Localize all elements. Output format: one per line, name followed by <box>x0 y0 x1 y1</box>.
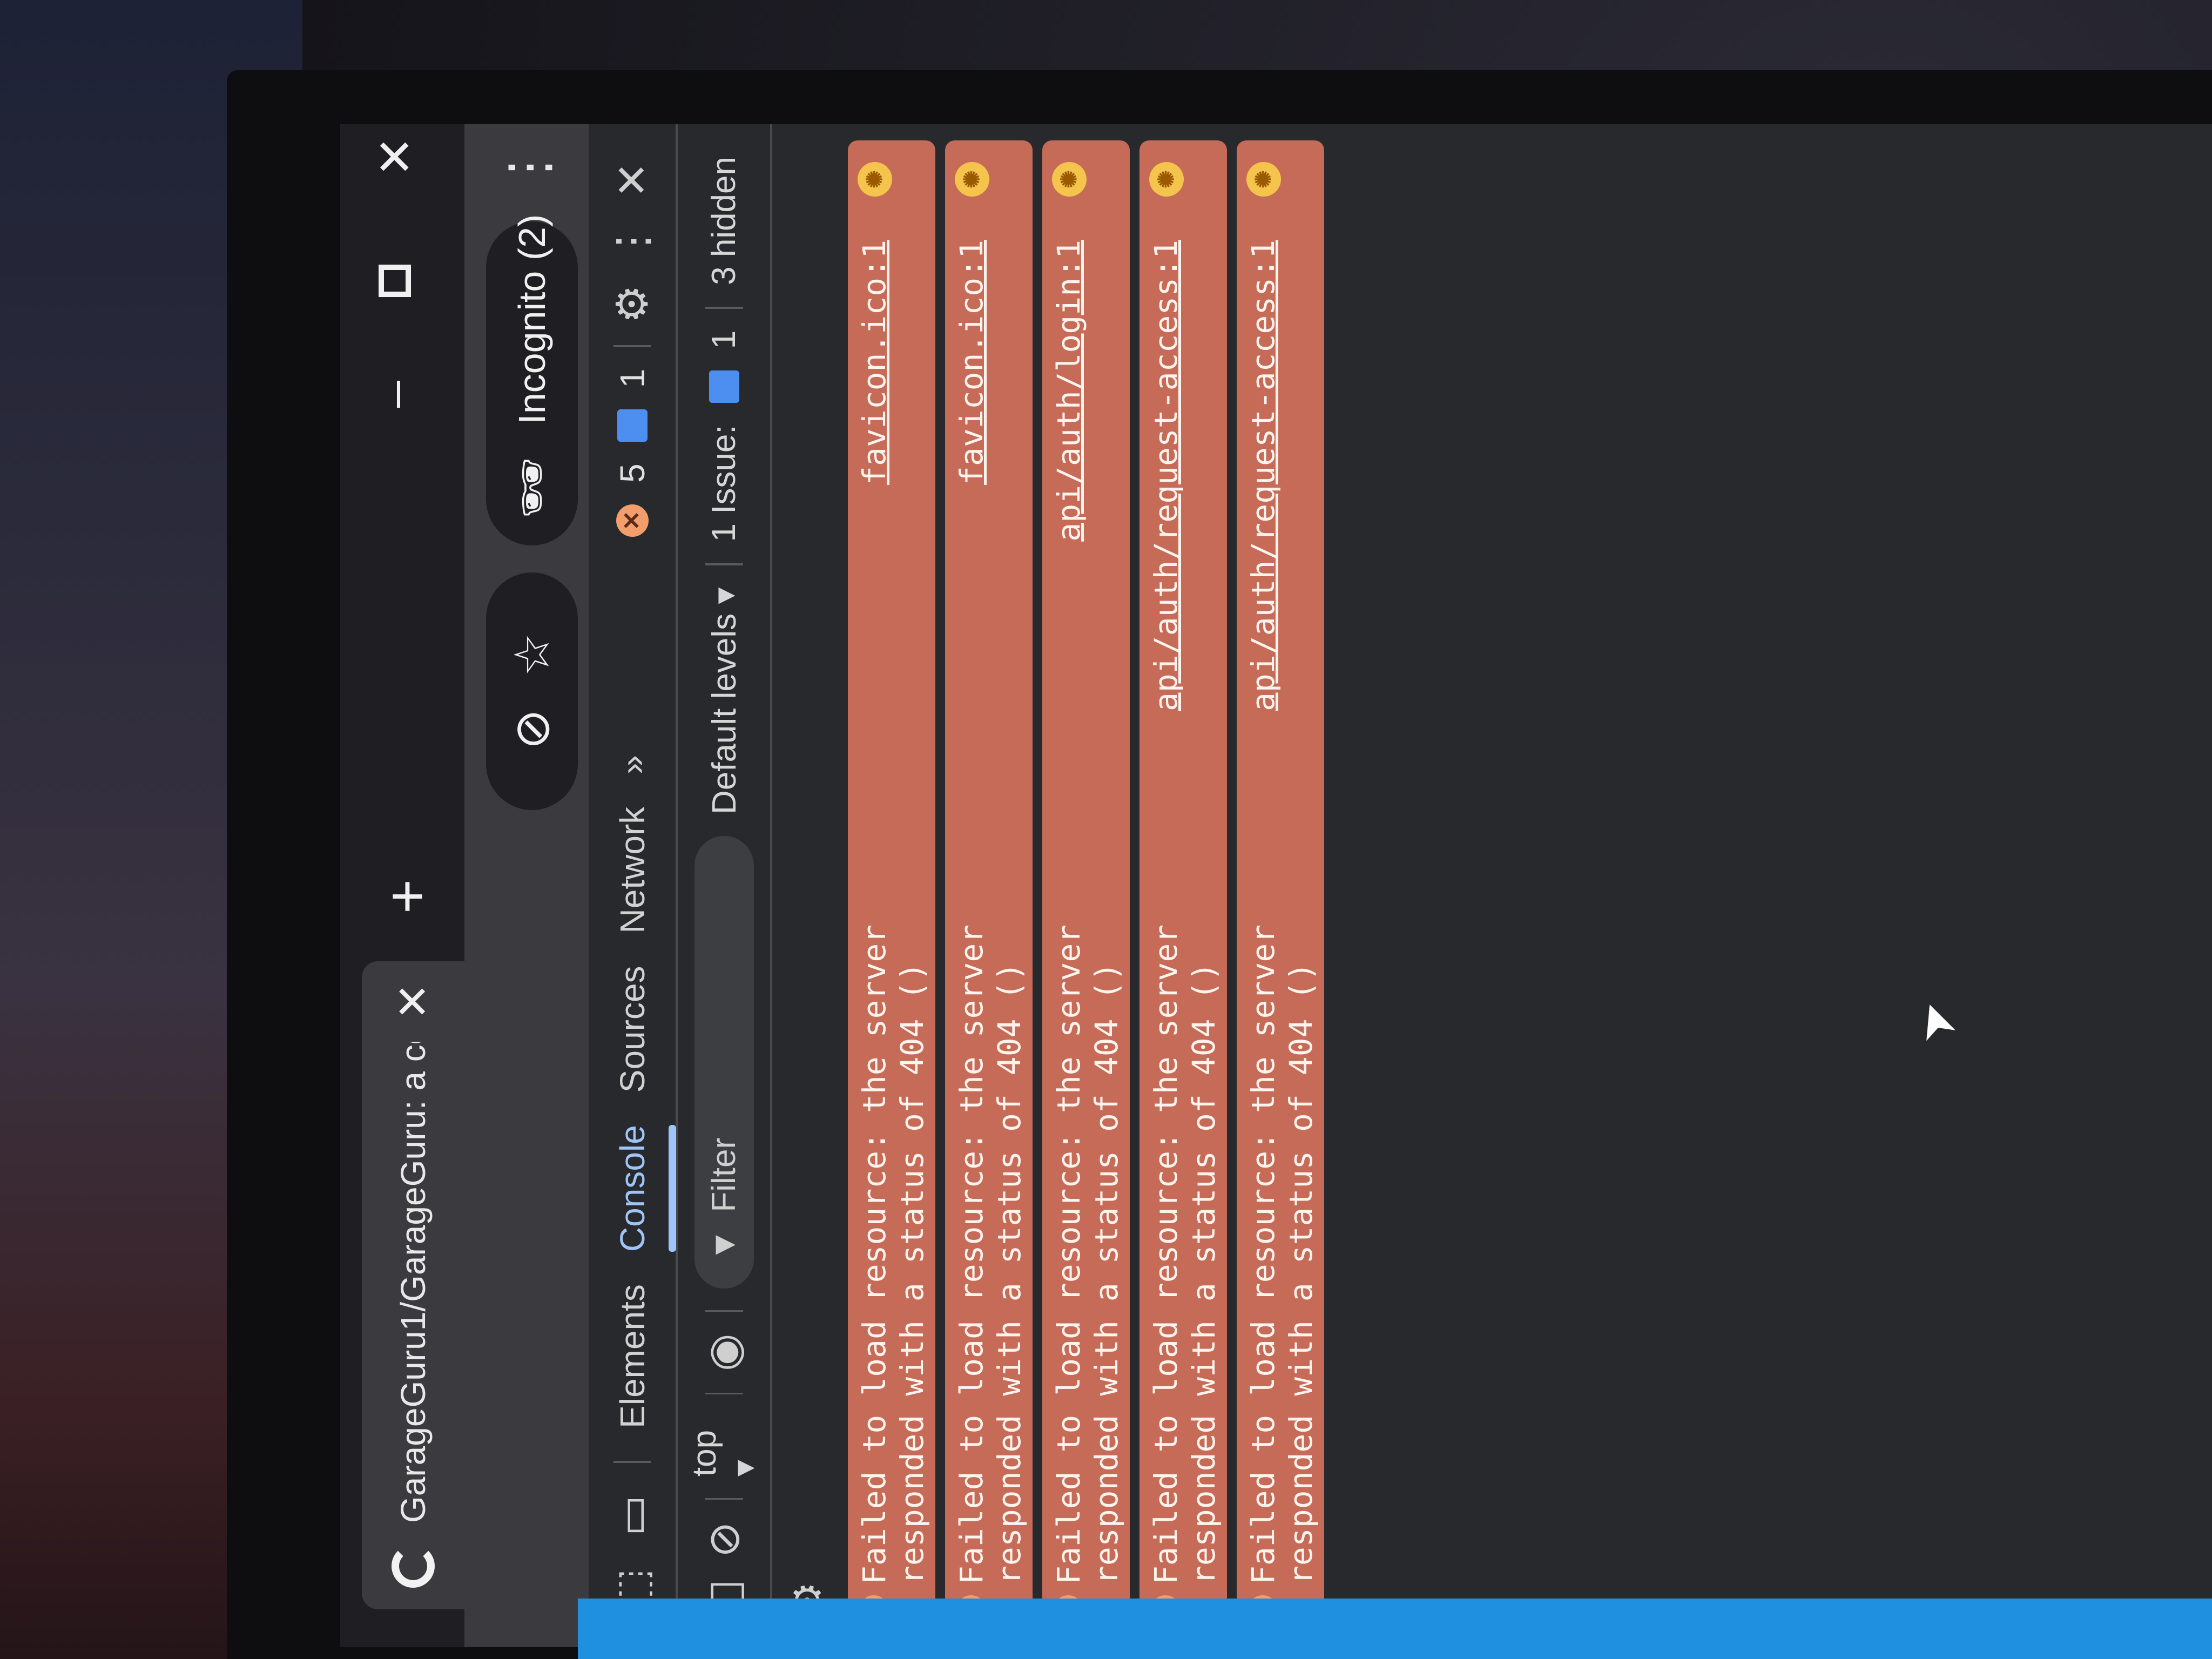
ai-insight-icon[interactable]: ✺ <box>858 162 892 197</box>
browser-toolbar: ⊘ ☆ 🕶 Incognito (2) ⋮ <box>464 124 589 1647</box>
error-source-link[interactable]: api/auth/request-access:1 <box>1147 240 1185 711</box>
os-taskbar <box>578 1599 2212 1659</box>
ai-insight-icon[interactable]: ✺ <box>1149 162 1184 197</box>
console-settings-row: ⚙ <box>772 124 842 1647</box>
tab-strip: GarageGuru1/GarageGuru: a co ✕ + – ✕ <box>340 124 464 1647</box>
console-error-row[interactable]: ✕ Failed to load resource: the server re… <box>1237 140 1324 1636</box>
incognito-indicator[interactable]: 🕶 Incognito (2) <box>486 214 578 545</box>
console-filter-bar: ◧ ⊘ top ▾ ◉ ▼ Filter Default levels ▾ 1 … <box>678 124 772 1647</box>
console-error-row[interactable]: ✕ Failed to load resource: the server re… <box>1042 140 1130 1636</box>
console-error-row[interactable]: ✕ Failed to load resource: the server re… <box>945 140 1033 1636</box>
ai-insight-icon[interactable]: ✺ <box>1052 162 1087 197</box>
browser-window: GarageGuru1/GarageGuru: a co ✕ + – ✕ ⊘ ☆… <box>340 124 2212 1647</box>
message-icon <box>617 409 648 442</box>
bookmark-star-icon[interactable]: ☆ <box>504 633 561 677</box>
tab-close-button[interactable]: ✕ <box>388 983 439 1020</box>
error-message: Failed to load resource: the server resp… <box>1050 924 1125 1584</box>
devtools-close-button[interactable]: ✕ <box>607 162 657 198</box>
tab-network[interactable]: Network <box>612 807 652 934</box>
error-source-link[interactable]: favicon.ico:1 <box>855 240 893 485</box>
error-message: Failed to load resource: the server resp… <box>1245 924 1319 1584</box>
devtools-status: ✕ 5 1 ⚙ ⋮ ✕ <box>607 124 657 537</box>
clear-console-icon[interactable]: ⊘ <box>699 1521 749 1557</box>
issues-label[interactable]: 1 Issue: <box>705 424 743 542</box>
tab-sources[interactable]: Sources <box>612 966 652 1092</box>
filter-funnel-icon: ▼ <box>705 1228 743 1262</box>
divider <box>705 1393 743 1395</box>
log-levels-dropdown[interactable]: Default levels ▾ <box>704 588 744 815</box>
error-source-link[interactable]: api/auth/request-access:1 <box>1244 240 1282 711</box>
new-tab-button[interactable]: + <box>373 859 441 934</box>
context-selector[interactable]: top ▾ <box>685 1416 763 1476</box>
message-count[interactable]: 1 <box>612 369 652 388</box>
minimize-button[interactable]: – <box>367 351 423 437</box>
console-error-row[interactable]: ✕ Failed to load resource: the server re… <box>1139 140 1227 1636</box>
divider <box>613 1460 651 1463</box>
tab-title: GarageGuru1/GarageGuru: a co <box>394 1041 433 1523</box>
gear-icon[interactable]: ⚙ <box>607 285 657 323</box>
eye-off-icon[interactable]: ⊘ <box>504 709 561 750</box>
devtools-panel: ⬚ ▭ Elements Console Sources Network » ✕… <box>589 124 2212 1647</box>
close-window-button[interactable]: ✕ <box>367 124 424 200</box>
ai-insight-icon[interactable]: ✺ <box>955 162 989 197</box>
error-message: Failed to load resource: the server resp… <box>856 924 930 1584</box>
omnibox-actions: ⊘ ☆ <box>486 572 578 810</box>
divider <box>613 345 651 347</box>
error-count[interactable]: 5 <box>612 463 652 483</box>
restore-button[interactable] <box>367 238 423 324</box>
issues-count[interactable]: 1 <box>705 331 743 349</box>
mouse-pointer-icon: ➤ <box>1903 993 1967 1050</box>
divider <box>705 563 743 566</box>
restore-icon <box>379 265 411 297</box>
github-favicon-icon <box>392 1545 435 1588</box>
error-icon: ✕ <box>616 504 649 537</box>
incognito-label: Incognito (2) <box>511 214 553 424</box>
filter-input[interactable]: ▼ Filter <box>694 836 754 1289</box>
ai-insight-icon[interactable]: ✺ <box>1246 162 1281 197</box>
error-message: Failed to load resource: the server resp… <box>1148 924 1222 1584</box>
error-source-link[interactable]: api/auth/login:1 <box>1050 240 1088 542</box>
divider <box>705 306 743 309</box>
error-message: Failed to load resource: the server resp… <box>953 924 1028 1584</box>
divider <box>705 1498 743 1500</box>
filter-placeholder: Filter <box>705 1137 743 1212</box>
live-expression-eye-icon[interactable]: ◉ <box>699 1333 749 1371</box>
divider <box>705 1310 743 1312</box>
filter-bar-right: Default levels ▾ 1 Issue: 1 3 hidden <box>704 124 744 814</box>
photo-background: GarageGuru1/GarageGuru: a co ✕ + – ✕ ⊘ ☆… <box>0 0 2212 1659</box>
incognito-icon: 🕶 <box>505 456 559 518</box>
browser-tab[interactable]: GarageGuru1/GarageGuru: a co ✕ <box>362 961 464 1609</box>
devtools-menu-icon[interactable]: ⋮ <box>607 220 657 263</box>
devtools-tab-bar: ⬚ ▭ Elements Console Sources Network » ✕… <box>589 124 678 1647</box>
hidden-count: 3 hidden <box>705 157 743 285</box>
device-toolbar-icon[interactable]: ▭ <box>607 1495 657 1536</box>
tab-elements[interactable]: Elements <box>612 1284 652 1428</box>
more-tabs-button[interactable]: » <box>612 755 652 774</box>
error-source-link[interactable]: favicon.ico:1 <box>953 240 990 485</box>
tab-console[interactable]: Console <box>612 1125 652 1252</box>
console-messages: ✕ Failed to load resource: the server re… <box>848 135 1334 1636</box>
issue-icon <box>709 370 739 403</box>
console-error-row[interactable]: ✕ Failed to load resource: the server re… <box>848 140 935 1636</box>
browser-menu-button[interactable]: ⋮ <box>497 146 560 194</box>
